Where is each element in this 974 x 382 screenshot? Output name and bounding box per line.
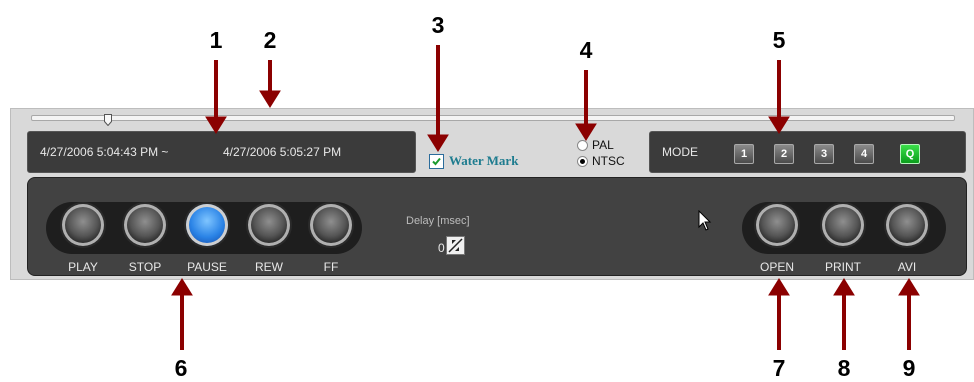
mode-button-2[interactable]: 2 [774,144,794,164]
delay-label: Delay [msec] [406,215,470,227]
callout-3: 3 [431,12,445,38]
mode-button-4[interactable]: 4 [854,144,874,164]
callout-2: 2 [263,27,277,53]
time-range-display: 4/27/2006 5:04:43 PM ~ 4/27/2006 5:05:27… [27,131,416,173]
callout-8: 8 [837,355,851,381]
avi-button[interactable] [886,204,928,246]
playback-controls: PLAY STOP PAUSE REW FF Delay [msec] 0 OP… [27,177,967,276]
radio-ntsc-label: NTSC [592,154,625,168]
callout-5: 5 [772,27,786,53]
stop-label: STOP [128,260,162,274]
stop-button[interactable] [124,204,166,246]
checkbox-checked-icon[interactable] [429,153,444,169]
open-button[interactable] [756,204,798,246]
mode-selector: MODE 1 2 3 4 Q [649,131,966,173]
callout-6: 6 [174,355,188,381]
avi-label: AVI [897,260,917,274]
radio-pal-label: PAL [592,138,614,152]
open-label: OPEN [759,260,794,274]
mode-label: MODE [662,145,698,159]
player-control-panel: 4/27/2006 5:04:43 PM ~ 4/27/2006 5:05:27… [10,108,974,280]
slider-thumb-icon[interactable] [104,114,112,126]
print-button[interactable] [822,204,864,246]
mode-button-3[interactable]: 3 [814,144,834,164]
pause-label: PAUSE [187,260,227,274]
pause-button[interactable] [186,204,228,246]
mode-button-q[interactable]: Q [900,144,920,164]
start-time: 4/27/2006 5:04:43 PM ~ [40,145,169,159]
timeline-slider[interactable] [31,114,955,126]
rew-button[interactable] [248,204,290,246]
radio-pal[interactable]: PAL [577,138,614,152]
end-time: 4/27/2006 5:05:27 PM [223,145,342,159]
delay-value[interactable]: 0 [438,241,445,255]
watermark-label: Water Mark [449,153,519,168]
ff-button[interactable] [310,204,352,246]
play-label: PLAY [68,260,98,274]
callout-1: 1 [209,27,223,53]
callout-4: 4 [579,37,593,63]
play-button[interactable] [62,204,104,246]
callout-9: 9 [902,355,916,381]
rew-label: REW [255,260,283,274]
spin-arrows-icon[interactable] [446,236,465,255]
radio-ntsc[interactable]: NTSC [577,154,625,168]
radio-icon[interactable] [577,139,588,151]
print-label: PRINT [825,260,861,274]
ff-label: FF [323,260,339,274]
radio-selected-icon[interactable] [577,155,588,167]
callout-7: 7 [772,355,786,381]
mouse-cursor-icon [698,210,712,231]
watermark-toggle[interactable]: Water Mark [429,153,518,169]
mode-button-1[interactable]: 1 [734,144,754,164]
